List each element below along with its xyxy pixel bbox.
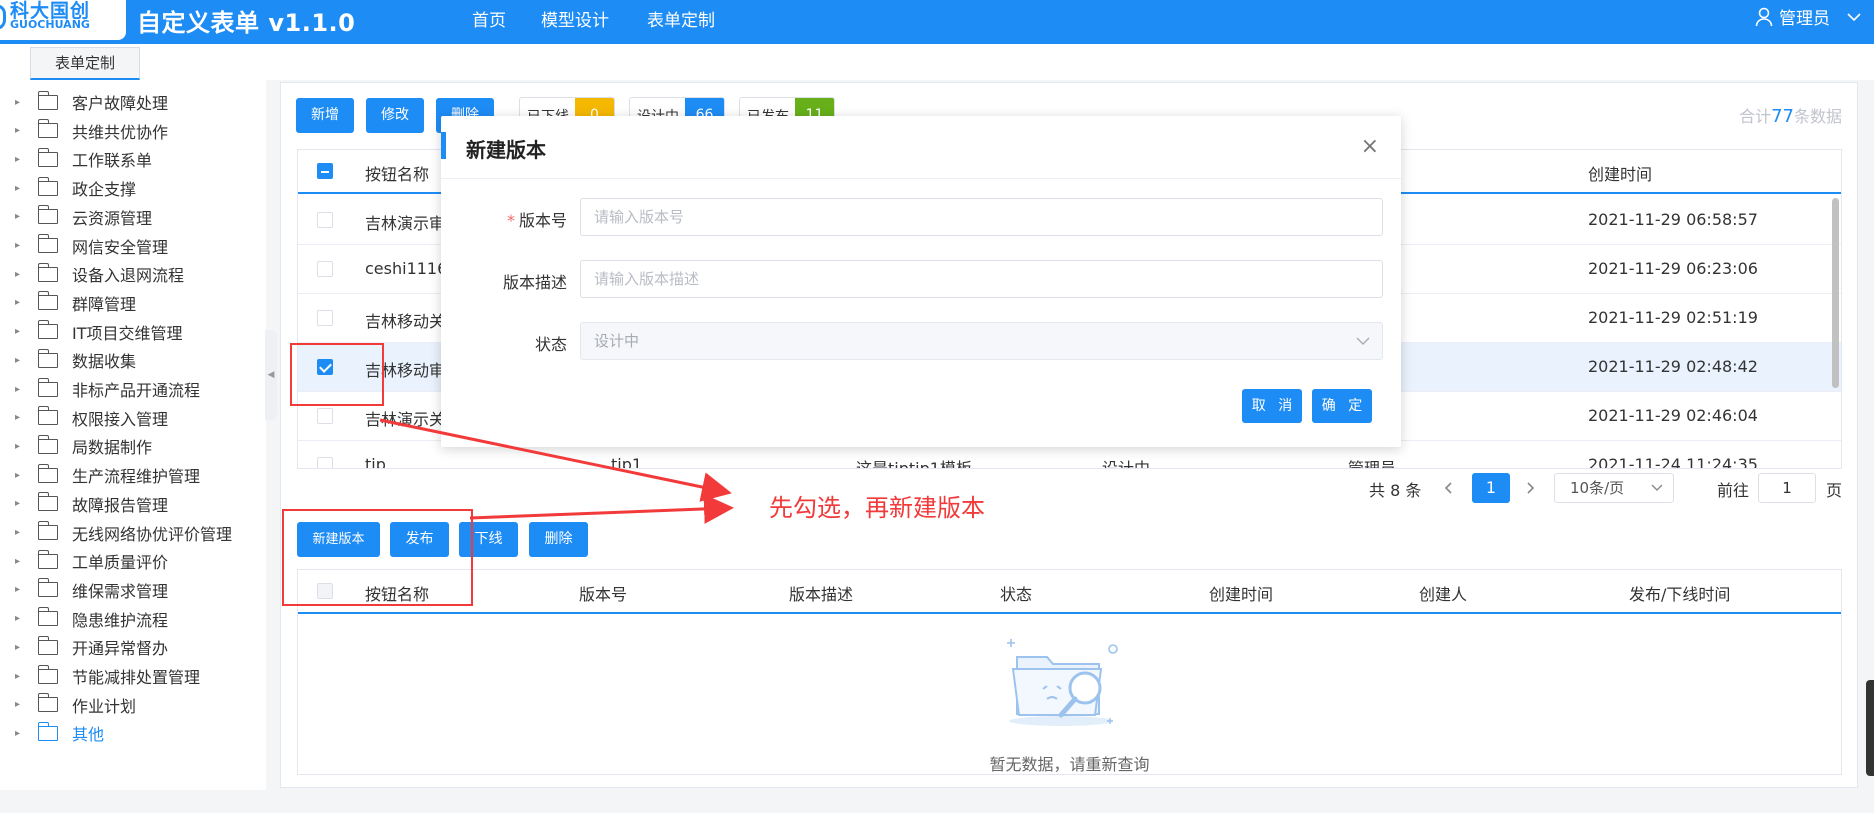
annotation-arrows (379, 418, 734, 524)
arrow-from-checkbox (379, 418, 732, 502)
annotation-text: 先勾选，再新建版本 (769, 494, 985, 522)
arrow-from-button (469, 493, 734, 524)
floating-side-tab[interactable] (1866, 680, 1874, 776)
